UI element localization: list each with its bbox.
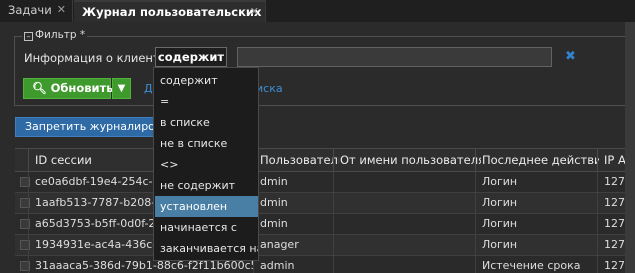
dropdown-option[interactable]: содержит [155,70,258,91]
user-cell: dmin [253,193,339,213]
sessions-table: ID сессии Пользователь От имени пользова… [15,148,635,273]
dropdown-option-selected[interactable]: установлен [155,196,258,217]
action-cell: Истечение срока [475,256,599,273]
chevron-down-icon[interactable]: ▼ [112,78,131,99]
dropdown-option[interactable]: начинается с [155,217,258,238]
as-user-cell [333,235,481,255]
refresh-button[interactable]: 🔍︎ Обновить [23,78,114,99]
table-row[interactable]: 1934931e-ac4a-436c-5c3 anager Логин 127.… [15,235,635,256]
operator-button[interactable]: содержит [155,47,227,67]
as-user-cell [333,193,481,213]
table-row[interactable]: 31aaaca5-386d-79b1-88c6-f2f11b600c5e adm… [15,256,635,273]
right-panel-edge [625,22,635,273]
tab-tasks[interactable]: Задачи ✕ [0,0,73,22]
collapse-box-icon[interactable]: – [24,32,33,41]
user-cell: dmin [253,172,339,192]
filter-value-input[interactable] [237,47,552,67]
as-user-cell [333,256,481,273]
clear-x-icon[interactable]: ✖ [565,49,576,64]
operator-dropdown-list: содержит = в списке не в списке <> не со… [153,67,259,261]
user-cell: dmin [253,214,339,234]
user-cell: admin [253,256,339,273]
filter-link-left[interactable]: Д [144,82,153,95]
user-cell: anager [253,235,339,255]
action-cell: Логин [475,235,599,255]
filter-link-right[interactable]: иска [256,82,283,95]
action-cell: Логин [475,193,599,213]
close-icon[interactable]: ✕ [57,0,66,20]
tab-bar: Задачи ✕ Журнал пользовательских с... ✕ [0,0,635,22]
column-header[interactable]: Последнее действие [475,149,599,172]
table-row[interactable]: ce0a6dbf-19e4-254c-dee dmin Логин 127.0. [15,172,635,193]
dropdown-option[interactable]: заканчивается на [155,238,258,259]
as-user-cell [333,214,481,234]
dropdown-option[interactable]: <> [155,154,258,175]
dropdown-option[interactable]: = [155,91,258,112]
action-cell: Логин [475,172,599,192]
filter-legend[interactable]: – Фильтр * [22,29,88,41]
table-row[interactable]: a65d3753-b5ff-0d0f-28a dmin Логин 127.0. [15,214,635,235]
dropdown-option[interactable]: не в списке [155,133,258,154]
column-header[interactable]: От имени пользователя [333,149,481,172]
as-user-cell [333,172,481,192]
refresh-label: Обновить [50,81,114,95]
column-header[interactable]: Пользователь [253,149,339,172]
action-cell: Логин [475,214,599,234]
filter-legend-label: Фильтр * [35,29,86,41]
disable-logging-button[interactable]: Запретить журналирова [15,117,165,137]
tab-label: Журнал пользовательских с... [82,5,266,19]
close-icon[interactable]: ✕ [250,2,259,22]
tab-label: Задачи [8,3,52,17]
table-header: ID сессии Пользователь От имени пользова… [15,148,635,172]
tab-user-log[interactable]: Журнал пользовательских с... ✕ [74,0,266,22]
client-info-label: Информация о клиенте [24,51,167,65]
dropdown-option[interactable]: в списке [155,112,258,133]
search-icon: 🔍︎ [32,81,47,95]
dropdown-option[interactable]: не содержит [155,175,258,196]
table-row[interactable]: 1aafb513-7787-b208-e53 dmin Логин 127.0. [15,193,635,214]
